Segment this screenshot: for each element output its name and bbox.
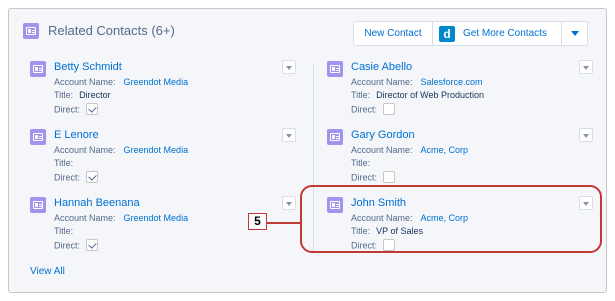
get-more-contacts-label: Get More Contacts	[463, 28, 547, 39]
contact-icon	[30, 197, 46, 213]
more-actions-button[interactable]	[561, 21, 588, 46]
get-more-contacts-button[interactable]: d Get More Contacts	[432, 21, 562, 46]
account-row: Account Name: Greendot Media	[54, 145, 189, 155]
direct-row: Direct:	[351, 103, 396, 116]
title-row: Title: Director	[54, 90, 111, 100]
contact-name-link[interactable]: Betty Schmidt	[54, 61, 122, 73]
row-actions-dropdown[interactable]	[282, 60, 296, 74]
direct-checkbox	[86, 171, 99, 183]
data-com-logo-icon: d	[439, 25, 455, 42]
row-actions-dropdown[interactable]	[282, 128, 296, 142]
direct-row: Direct:	[54, 171, 99, 184]
account-link[interactable]: Acme, Corp	[421, 145, 469, 155]
direct-checkbox	[383, 103, 396, 115]
direct-row: Direct:	[54, 103, 99, 116]
contact-tile: Casie Abello Account Name: Salesforce.com…	[327, 60, 607, 122]
account-row: Account Name: Greendot Media	[54, 213, 189, 223]
contact-name-link[interactable]: Hannah Beenana	[54, 197, 140, 209]
row-actions-dropdown[interactable]	[282, 196, 296, 210]
direct-checkbox	[86, 103, 99, 115]
account-link[interactable]: Greendot Media	[124, 145, 189, 155]
view-all-link[interactable]: View All	[30, 266, 65, 277]
account-row: Account Name: Salesforce.com	[351, 77, 483, 87]
contacts-icon	[23, 23, 39, 39]
title-value: Director of Web Production	[376, 90, 485, 100]
callout-connector	[266, 222, 302, 224]
contact-name-link[interactable]: E Lenore	[54, 129, 99, 141]
row-actions-dropdown[interactable]	[579, 128, 593, 142]
callout-highlight	[300, 185, 602, 253]
contact-name-link[interactable]: Casie Abello	[351, 61, 412, 73]
row-actions-dropdown[interactable]	[579, 60, 593, 74]
account-link[interactable]: Greendot Media	[124, 77, 189, 87]
contact-name-link[interactable]: Gary Gordon	[351, 129, 415, 141]
contact-tile: Hannah Beenana Account Name: Greendot Med…	[30, 196, 310, 258]
header-button-group: New Contact d Get More Contacts	[353, 21, 588, 46]
title-row: Title:	[54, 226, 74, 236]
direct-row: Direct:	[351, 171, 396, 184]
card-header: Related Contacts (6+) New Contact d Get …	[9, 9, 606, 53]
direct-checkbox	[383, 171, 396, 183]
callout-number: 5	[248, 213, 267, 230]
title-row: Title:	[54, 158, 74, 168]
account-row: Account Name: Acme, Corp	[351, 145, 469, 155]
contact-icon	[327, 61, 343, 77]
card-title: Related Contacts (6+)	[48, 23, 175, 38]
direct-checkbox	[86, 239, 99, 251]
title-row: Title:	[351, 158, 371, 168]
contact-icon	[30, 129, 46, 145]
account-link[interactable]: Salesforce.com	[421, 77, 483, 87]
title-row: Title: Director of Web Production	[351, 90, 485, 100]
title-value: Director	[79, 90, 111, 100]
direct-row: Direct:	[54, 239, 99, 252]
contact-tile: Betty Schmidt Account Name: Greendot Medi…	[30, 60, 310, 122]
new-contact-button[interactable]: New Contact	[353, 21, 433, 46]
chevron-down-icon	[570, 31, 579, 36]
account-row: Account Name: Greendot Media	[54, 77, 189, 87]
contact-icon	[327, 129, 343, 145]
account-link[interactable]: Greendot Media	[124, 213, 189, 223]
contact-icon	[30, 61, 46, 77]
contact-tile: Gary Gordon Account Name: Acme, Corp Titl…	[327, 128, 607, 190]
contact-tile: E Lenore Account Name: Greendot Media Tit…	[30, 128, 310, 190]
